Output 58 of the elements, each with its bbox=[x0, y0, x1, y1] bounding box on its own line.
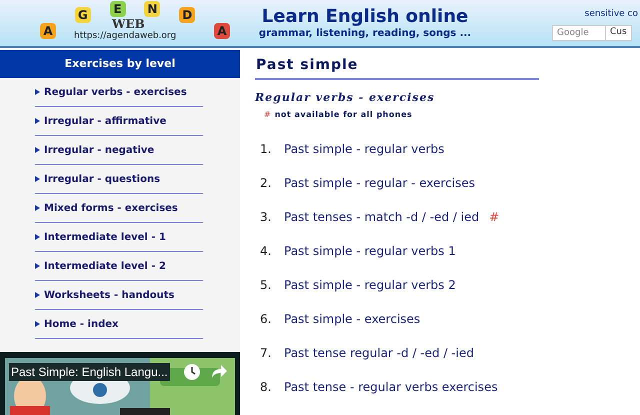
share-icon bbox=[212, 365, 227, 378]
site-subtitle: grammar, listening, reading, songs ... bbox=[258, 28, 472, 40]
search-button[interactable]: Cus bbox=[606, 24, 632, 40]
logo-url: https://agendaweb.org bbox=[74, 32, 176, 41]
arrow-icon bbox=[35, 234, 40, 240]
video-thumbnail[interactable]: Past Simple: English Langu... bbox=[0, 352, 240, 415]
list-number: 1. bbox=[260, 140, 272, 158]
arrow-icon bbox=[35, 176, 40, 182]
sidebar-link[interactable]: Worksheets - handouts bbox=[35, 281, 203, 310]
exercise-link[interactable]: Past simple - exercises bbox=[284, 310, 420, 328]
sidebar-link[interactable]: Home - index bbox=[35, 310, 203, 340]
arrow-icon bbox=[35, 263, 40, 270]
sidebar-link[interactable]: Intermediate level - 1 bbox=[35, 223, 203, 252]
logo-letter: D bbox=[179, 7, 196, 23]
exercise-link[interactable]: Past tense regular -d / -ed / -ied bbox=[284, 344, 474, 362]
site-logo[interactable]: A G E N D A WEB https://agendaweb.org bbox=[30, 0, 240, 46]
exercise-link[interactable]: Past tenses - match -d / -ed / ied bbox=[284, 208, 480, 226]
arrow-icon bbox=[35, 118, 40, 124]
list-number: 8. bbox=[260, 378, 272, 396]
note-text: not available for all phones bbox=[274, 108, 412, 120]
exercise-link[interactable]: Past simple - regular - exercises bbox=[284, 174, 476, 192]
arrow-icon bbox=[35, 205, 40, 212]
exercise-link[interactable]: Past simple - regular verbs 1 bbox=[284, 242, 456, 260]
sidebar-link[interactable]: Irregular - negative bbox=[35, 136, 203, 166]
clock-icon bbox=[184, 364, 200, 380]
list-number: 5. bbox=[260, 276, 272, 294]
arrow-icon bbox=[35, 89, 40, 96]
exercise-link[interactable]: Past simple - regular verbs bbox=[284, 140, 444, 158]
arrow-icon bbox=[35, 147, 40, 154]
logo-letter: E bbox=[110, 1, 126, 17]
search-field[interactable]: Google bbox=[552, 24, 606, 40]
logo-letter: G bbox=[74, 7, 91, 23]
arrow-icon bbox=[35, 292, 40, 298]
search-label: sensitive co bbox=[584, 8, 639, 21]
list-number: 3. bbox=[260, 208, 272, 226]
list-number: 7. bbox=[260, 344, 272, 362]
logo-letter: N bbox=[144, 1, 160, 17]
exercise-link[interactable]: Past simple - regular verbs 2 bbox=[284, 276, 456, 294]
video-title: Past Simple: English Langu... bbox=[9, 363, 170, 382]
logo-letter: A bbox=[40, 23, 56, 39]
section-title: Regular verbs - exercises bbox=[255, 90, 436, 106]
page-title: Past simple bbox=[255, 55, 539, 80]
sidebar-link[interactable]: Mixed forms - exercises bbox=[35, 194, 203, 224]
note-mark: # bbox=[489, 208, 500, 226]
list-number: 2. bbox=[260, 174, 272, 192]
logo-word: WEB bbox=[112, 18, 145, 30]
sidebar-link[interactable]: Irregular - affirmative bbox=[35, 107, 203, 136]
logo-letter: A bbox=[214, 23, 230, 39]
exercise-link[interactable]: Past tense - regular verbs exercises bbox=[284, 378, 498, 396]
note-mark: # bbox=[264, 108, 271, 120]
site-title: Learn English online bbox=[262, 6, 468, 28]
sidebar-title: Exercises by level bbox=[0, 50, 240, 78]
sidebar-link[interactable]: Intermediate level - 2 bbox=[35, 252, 203, 282]
list-number: 4. bbox=[260, 242, 272, 260]
list-number: 6. bbox=[260, 310, 272, 328]
sidebar-link[interactable]: Irregular - questions bbox=[35, 165, 203, 194]
sidebar-link[interactable]: Regular verbs - exercises bbox=[35, 78, 203, 108]
arrow-icon bbox=[35, 321, 40, 328]
